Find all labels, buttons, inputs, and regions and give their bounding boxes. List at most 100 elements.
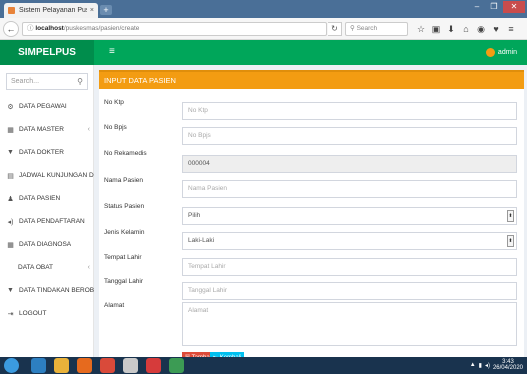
media-icon[interactable] [146, 358, 161, 373]
sidebar-item-label: DATA MASTER [19, 126, 64, 133]
system-tray: ▲ ▮ ◂) 3:43 26/04/2020 [470, 359, 523, 371]
sidebar-item-data-dokter[interactable]: ▼ DATA DOKTER [0, 141, 94, 164]
chrome-icon[interactable] [169, 358, 184, 373]
close-window-icon[interactable]: ✕ [503, 1, 525, 13]
sidebar-item-data-tindakan-berobat[interactable]: ▼ DATA TINDAKAN BEROBAT [0, 279, 94, 302]
browser-toolbar-icons: ☆ ▣ ⬇ ⌂ ◉ ♥ ≡ [416, 23, 516, 35]
tempat-lahir-label: Tempat Lahir [104, 254, 142, 261]
sync-icon[interactable]: ◉ [476, 23, 486, 35]
back-icon[interactable]: ← [3, 21, 19, 37]
status-pasien-select[interactable]: Pilih ⬍ [182, 207, 517, 225]
sidebar-item-jadwal-kunjungan-dokter[interactable]: ▤ JADWAL KUNJUNGAN DOKTER [0, 164, 94, 187]
download-icon[interactable]: ⬇ [446, 23, 456, 35]
new-tab-icon[interactable]: + [100, 5, 112, 15]
tanggal-lahir-input[interactable]: Tanggal Lahir [182, 282, 517, 300]
favicon-icon [8, 7, 15, 14]
sidebar-search-input[interactable]: Search... ⚲ [6, 73, 88, 90]
sidebar-item-data-obat[interactable]: DATA OBAT ‹ [0, 256, 94, 279]
user-name: admin [497, 49, 517, 56]
no-rekamedis-label: No Rekamedis [104, 150, 147, 157]
sidebar-item-label: DATA DOKTER [19, 149, 64, 156]
pocket-icon[interactable]: ♥ [491, 23, 501, 35]
sidebar-item-data-diagnosa[interactable]: ▦ DATA DIAGNOSA [0, 233, 94, 256]
start-icon[interactable] [4, 358, 19, 373]
alamat-label: Alamat [104, 302, 125, 309]
jenis-kelamin-value: Laki-Laki [188, 237, 215, 244]
sidebar-search-placeholder: Search... [11, 78, 40, 85]
no-ktp-input[interactable]: No Ktp [182, 102, 517, 120]
tab-close-icon[interactable]: × [90, 7, 94, 14]
browser-menu-icon[interactable]: ≡ [506, 23, 516, 35]
no-bpjs-input[interactable]: No Bpjs [182, 127, 517, 145]
sidebar-item-data-pasien[interactable]: ♟ DATA PASIEN [0, 187, 94, 210]
address-bar[interactable]: ⓘ localhost/puskesmas/pasien/create [22, 22, 327, 36]
tray-up-icon[interactable]: ▲ [470, 362, 476, 368]
browser-search-input[interactable]: ⚲ Search [345, 22, 408, 36]
volume-tray-icon[interactable]: ◂) [485, 362, 490, 369]
menu-toggle-icon[interactable]: ≡ [109, 46, 115, 58]
folder-icon[interactable] [54, 358, 69, 373]
reading-list-icon[interactable]: ▣ [431, 23, 441, 35]
user-menu[interactable]: admin [485, 48, 517, 57]
search-icon[interactable]: ⚲ [77, 77, 83, 86]
form-title: INPUT DATA PASIEN [99, 72, 524, 89]
minimize-icon[interactable]: – [469, 1, 485, 13]
clock[interactable]: 3:43 26/04/2020 [493, 359, 523, 371]
app-icon[interactable] [123, 358, 138, 373]
window-controls: – ❐ ✕ [469, 1, 525, 13]
browser-navbar: ← ⓘ localhost/puskesmas/pasien/create ↻ … [0, 18, 527, 40]
tab-title: Sistem Pelayanan Puskesm... [19, 7, 87, 14]
opera-icon[interactable] [100, 358, 115, 373]
browser-search-placeholder: Search [356, 25, 378, 32]
network-icon[interactable]: ▮ [479, 362, 482, 369]
nama-pasien-input[interactable]: Nama Pasien [182, 180, 517, 198]
user-icon: ♟ [7, 195, 14, 203]
no-ktp-label: No Ktp [104, 99, 124, 106]
sidebar-item-label: JADWAL KUNJUNGAN DOKTER [19, 172, 94, 179]
filter-icon: ▼ [7, 287, 14, 294]
filter-icon: ▼ [7, 149, 14, 156]
nama-pasien-label: Nama Pasien [104, 177, 144, 184]
user-circle-icon: ⚙ [7, 103, 14, 111]
home-icon[interactable]: ⌂ [461, 23, 471, 35]
sidebar-item-logout[interactable]: ⇥ LOGOUT [0, 302, 94, 325]
sidebar-item-label: DATA TINDAKAN BEROBAT [19, 287, 94, 294]
status-pasien-label: Status Pasien [104, 203, 145, 210]
search-icon: ⚲ [350, 25, 357, 32]
no-bpjs-label: No Bpjs [104, 124, 127, 131]
sidebar-item-data-master[interactable]: ▦ DATA MASTER ‹ [0, 118, 94, 141]
bookmark-star-icon[interactable]: ☆ [416, 23, 426, 35]
sidebar-item-data-pendaftaran[interactable]: ◂) DATA PENDAFTARAN [0, 210, 94, 233]
os-taskbar: ▲ ▮ ◂) 3:43 26/04/2020 [0, 357, 527, 374]
ie-icon[interactable] [31, 358, 46, 373]
firefox-icon[interactable] [77, 358, 92, 373]
maximize-icon[interactable]: ❐ [486, 1, 502, 13]
jenis-kelamin-select[interactable]: Laki-Laki ⬍ [182, 232, 517, 250]
no-rekamedis-input[interactable]: 000004 [182, 155, 517, 173]
table-icon: ▦ [7, 241, 14, 249]
reload-icon[interactable]: ↻ [328, 22, 342, 36]
tanggal-lahir-label: Tanggal Lahir [104, 278, 144, 285]
browser-tab[interactable]: Sistem Pelayanan Puskesm... × [4, 3, 98, 18]
table-icon: ▦ [7, 126, 14, 134]
sidebar-item-label: DATA PASIEN [19, 195, 61, 202]
signout-icon: ⇥ [7, 310, 14, 318]
jenis-kelamin-label: Jenis Kelamin [104, 229, 145, 236]
browser-tabbar: Sistem Pelayanan Puskesm... × + – ❐ ✕ [0, 0, 527, 18]
chevron-left-icon: ‹ [87, 126, 90, 133]
sidebar-item-data-pegawai[interactable]: ⚙ DATA PEGAWAI [0, 95, 94, 118]
url-path: /puskesmas/pasien/create [63, 25, 140, 32]
sidebar-item-label: DATA OBAT [18, 264, 54, 271]
chevron-left-icon: ‹ [87, 264, 90, 271]
sidebar: Search... ⚲ ⚙ DATA PEGAWAI ▦ DATA MASTER… [0, 65, 94, 357]
sidebar-menu: ⚙ DATA PEGAWAI ▦ DATA MASTER ‹ ▼ DATA DO… [0, 95, 94, 325]
calendar-icon: ▤ [7, 172, 14, 180]
sidebar-item-label: DATA PENDAFTARAN [19, 218, 85, 225]
avatar [485, 48, 495, 57]
status-pasien-value: Pilih [188, 212, 201, 219]
tempat-lahir-input[interactable]: Tempat Lahir [182, 258, 517, 276]
main-content: INPUT DATA PASIEN No Ktp No Ktp No Bpjs … [94, 65, 527, 364]
brand-logo[interactable]: SIMPELPUS [0, 40, 94, 65]
alamat-textarea[interactable]: Alamat [182, 302, 517, 346]
select-arrows-icon: ⬍ [507, 210, 514, 222]
